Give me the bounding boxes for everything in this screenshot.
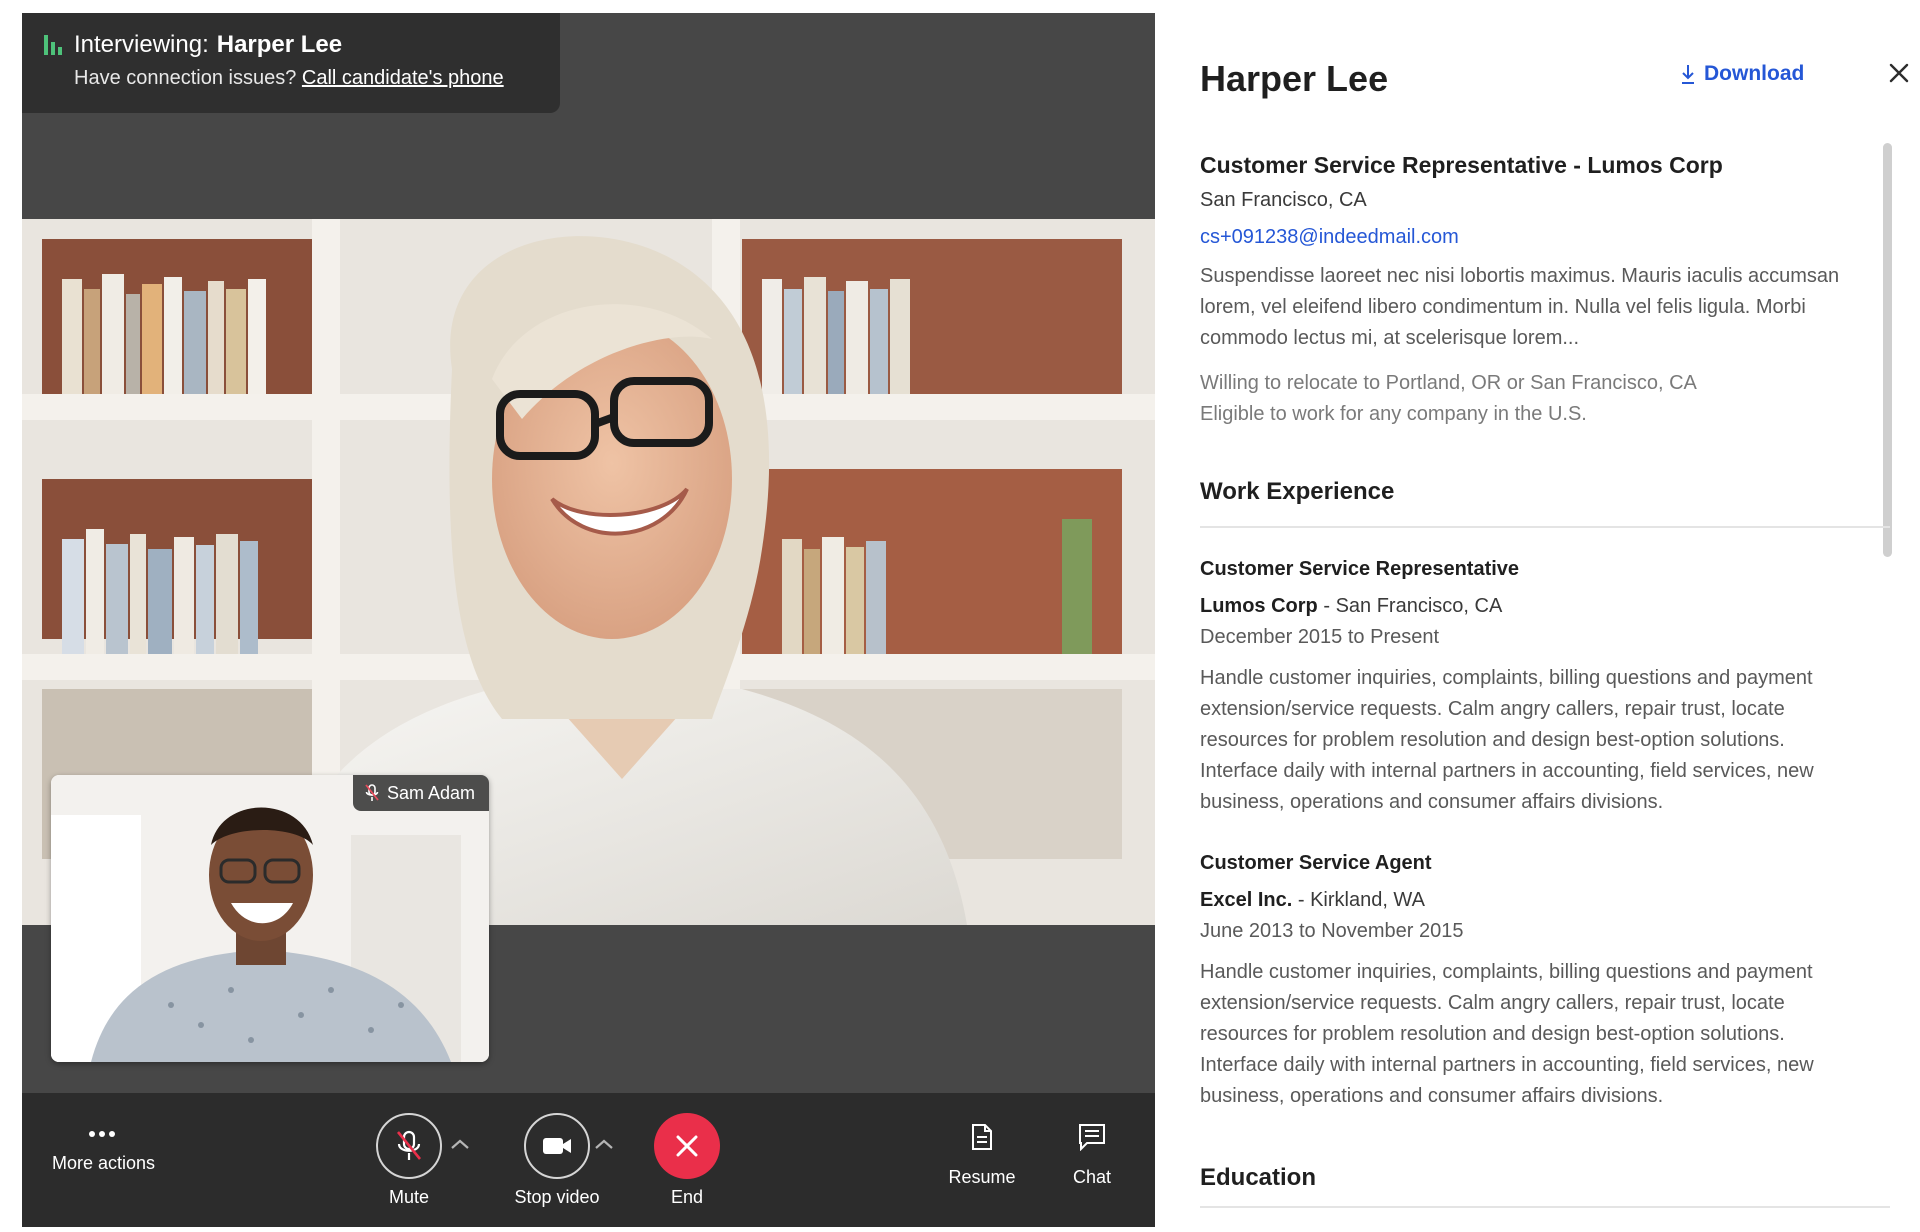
experience-description: Handle customer inquiries, complaints, b… xyxy=(1200,961,1814,1107)
download-icon xyxy=(1682,65,1694,84)
stop-video-button[interactable]: Stop video xyxy=(502,1113,612,1208)
end-call-label: End xyxy=(670,1187,704,1207)
chat-label: Chat xyxy=(1072,1167,1112,1187)
self-view-image xyxy=(51,775,489,1062)
resume-relocation: Willing to relocate to Portland, OR or S… xyxy=(1200,368,1840,430)
resume-headline: Customer Service Representative - Lumos … xyxy=(1200,152,1723,178)
resume-email-link[interactable]: cs+091238@indeedmail.com xyxy=(1200,226,1840,249)
interviewing-label: Interviewing: xyxy=(74,31,209,58)
self-view-name-tag: Sam Adam xyxy=(352,775,489,811)
experience-location: Kirkland, WA xyxy=(1310,889,1425,911)
resume-header: Harper Lee Download xyxy=(1200,52,1909,112)
close-x-icon xyxy=(676,1135,698,1157)
self-view-name: Sam Adam xyxy=(386,782,475,803)
experience-company: Lumos Corp xyxy=(1200,595,1318,617)
more-actions-label: More actions xyxy=(52,1153,156,1173)
resume-panel: Harper Lee Download Customer Service Rep… xyxy=(1155,0,1920,1232)
chat-bubble-icon xyxy=(1079,1124,1105,1151)
signal-bars-icon xyxy=(44,35,62,55)
resume-summary: Suspendisse laoreet nec nisi lobortis ma… xyxy=(1200,265,1840,349)
resume-label: Resume xyxy=(948,1167,1016,1187)
resume-candidate-name: Harper Lee xyxy=(1200,58,1389,99)
eligibility-text: Eligible to work for any company in the … xyxy=(1200,403,1587,425)
resume-location: San Francisco, CA xyxy=(1200,189,1367,211)
download-label: Download xyxy=(1704,62,1805,85)
chat-button[interactable]: Chat xyxy=(1052,1123,1132,1188)
video-options-chevron-up-icon[interactable] xyxy=(594,1137,614,1155)
mute-button[interactable]: Mute xyxy=(369,1113,449,1208)
experience-location: San Francisco, CA xyxy=(1335,595,1503,617)
experience-title: Customer Service Agent xyxy=(1200,852,1432,874)
resume-scrollbar[interactable] xyxy=(1883,143,1892,557)
experience-dates: December 2015 to Present xyxy=(1200,626,1440,648)
experience-company-line: Excel Inc. - Kirkland, WA xyxy=(1200,889,1425,911)
resume-button[interactable]: Resume xyxy=(937,1123,1027,1188)
end-call-button[interactable]: End xyxy=(647,1113,727,1208)
download-button[interactable]: Download xyxy=(1680,62,1804,86)
experience-item: Customer Service Representative Lumos Co… xyxy=(1200,558,1840,818)
mute-circle xyxy=(376,1113,442,1179)
experience-company: Excel Inc. xyxy=(1200,889,1293,911)
stop-video-circle xyxy=(524,1113,590,1179)
close-resume-button[interactable] xyxy=(1888,62,1910,89)
connection-help: Have connection issues? Call candidate's… xyxy=(74,67,560,90)
mute-options-chevron-up-icon[interactable] xyxy=(450,1137,470,1155)
self-view-video: Sam Adam xyxy=(51,775,489,1062)
resume-content: Customer Service Representative - Lumos … xyxy=(1200,152,1890,1208)
work-experience-heading: Work Experience xyxy=(1200,478,1395,505)
document-icon xyxy=(972,1124,992,1150)
education-heading: Education xyxy=(1200,1164,1317,1191)
section-divider xyxy=(1200,1206,1890,1208)
more-actions-button[interactable]: More actions xyxy=(52,1129,156,1174)
experience-title: Customer Service Representative xyxy=(1200,558,1520,580)
experience-company-line: Lumos Corp - San Francisco, CA xyxy=(1200,595,1503,617)
call-candidate-phone-link[interactable]: Call candidate's phone xyxy=(302,67,504,89)
muted-microphone-icon xyxy=(396,1130,422,1160)
more-dots-icon xyxy=(89,1131,115,1137)
muted-microphone-icon xyxy=(365,784,379,801)
video-camera-icon xyxy=(543,1138,571,1154)
video-call-panel: Interviewing: Harper Lee Have connection… xyxy=(22,13,1155,1227)
experience-dates: June 2013 to November 2015 xyxy=(1200,920,1464,942)
section-divider xyxy=(1200,526,1890,528)
end-call-circle xyxy=(654,1113,720,1179)
close-icon xyxy=(1889,63,1909,83)
experience-description: Handle customer inquiries, complaints, b… xyxy=(1200,667,1814,813)
interview-info-box: Interviewing: Harper Lee Have connection… xyxy=(22,13,560,113)
mute-label: Mute xyxy=(388,1187,430,1207)
interview-status: Interviewing: Harper Lee xyxy=(44,31,560,59)
relocation-text: Willing to relocate to Portland, OR or S… xyxy=(1200,372,1697,394)
connection-issues-text: Have connection issues? xyxy=(74,67,297,89)
experience-item: Customer Service Agent Excel Inc. - Kirk… xyxy=(1200,852,1840,1112)
stop-video-label: Stop video xyxy=(514,1187,600,1207)
call-control-bar: More actions Mute Stop video End Resume … xyxy=(22,1093,1155,1227)
candidate-name: Harper Lee xyxy=(216,31,343,58)
